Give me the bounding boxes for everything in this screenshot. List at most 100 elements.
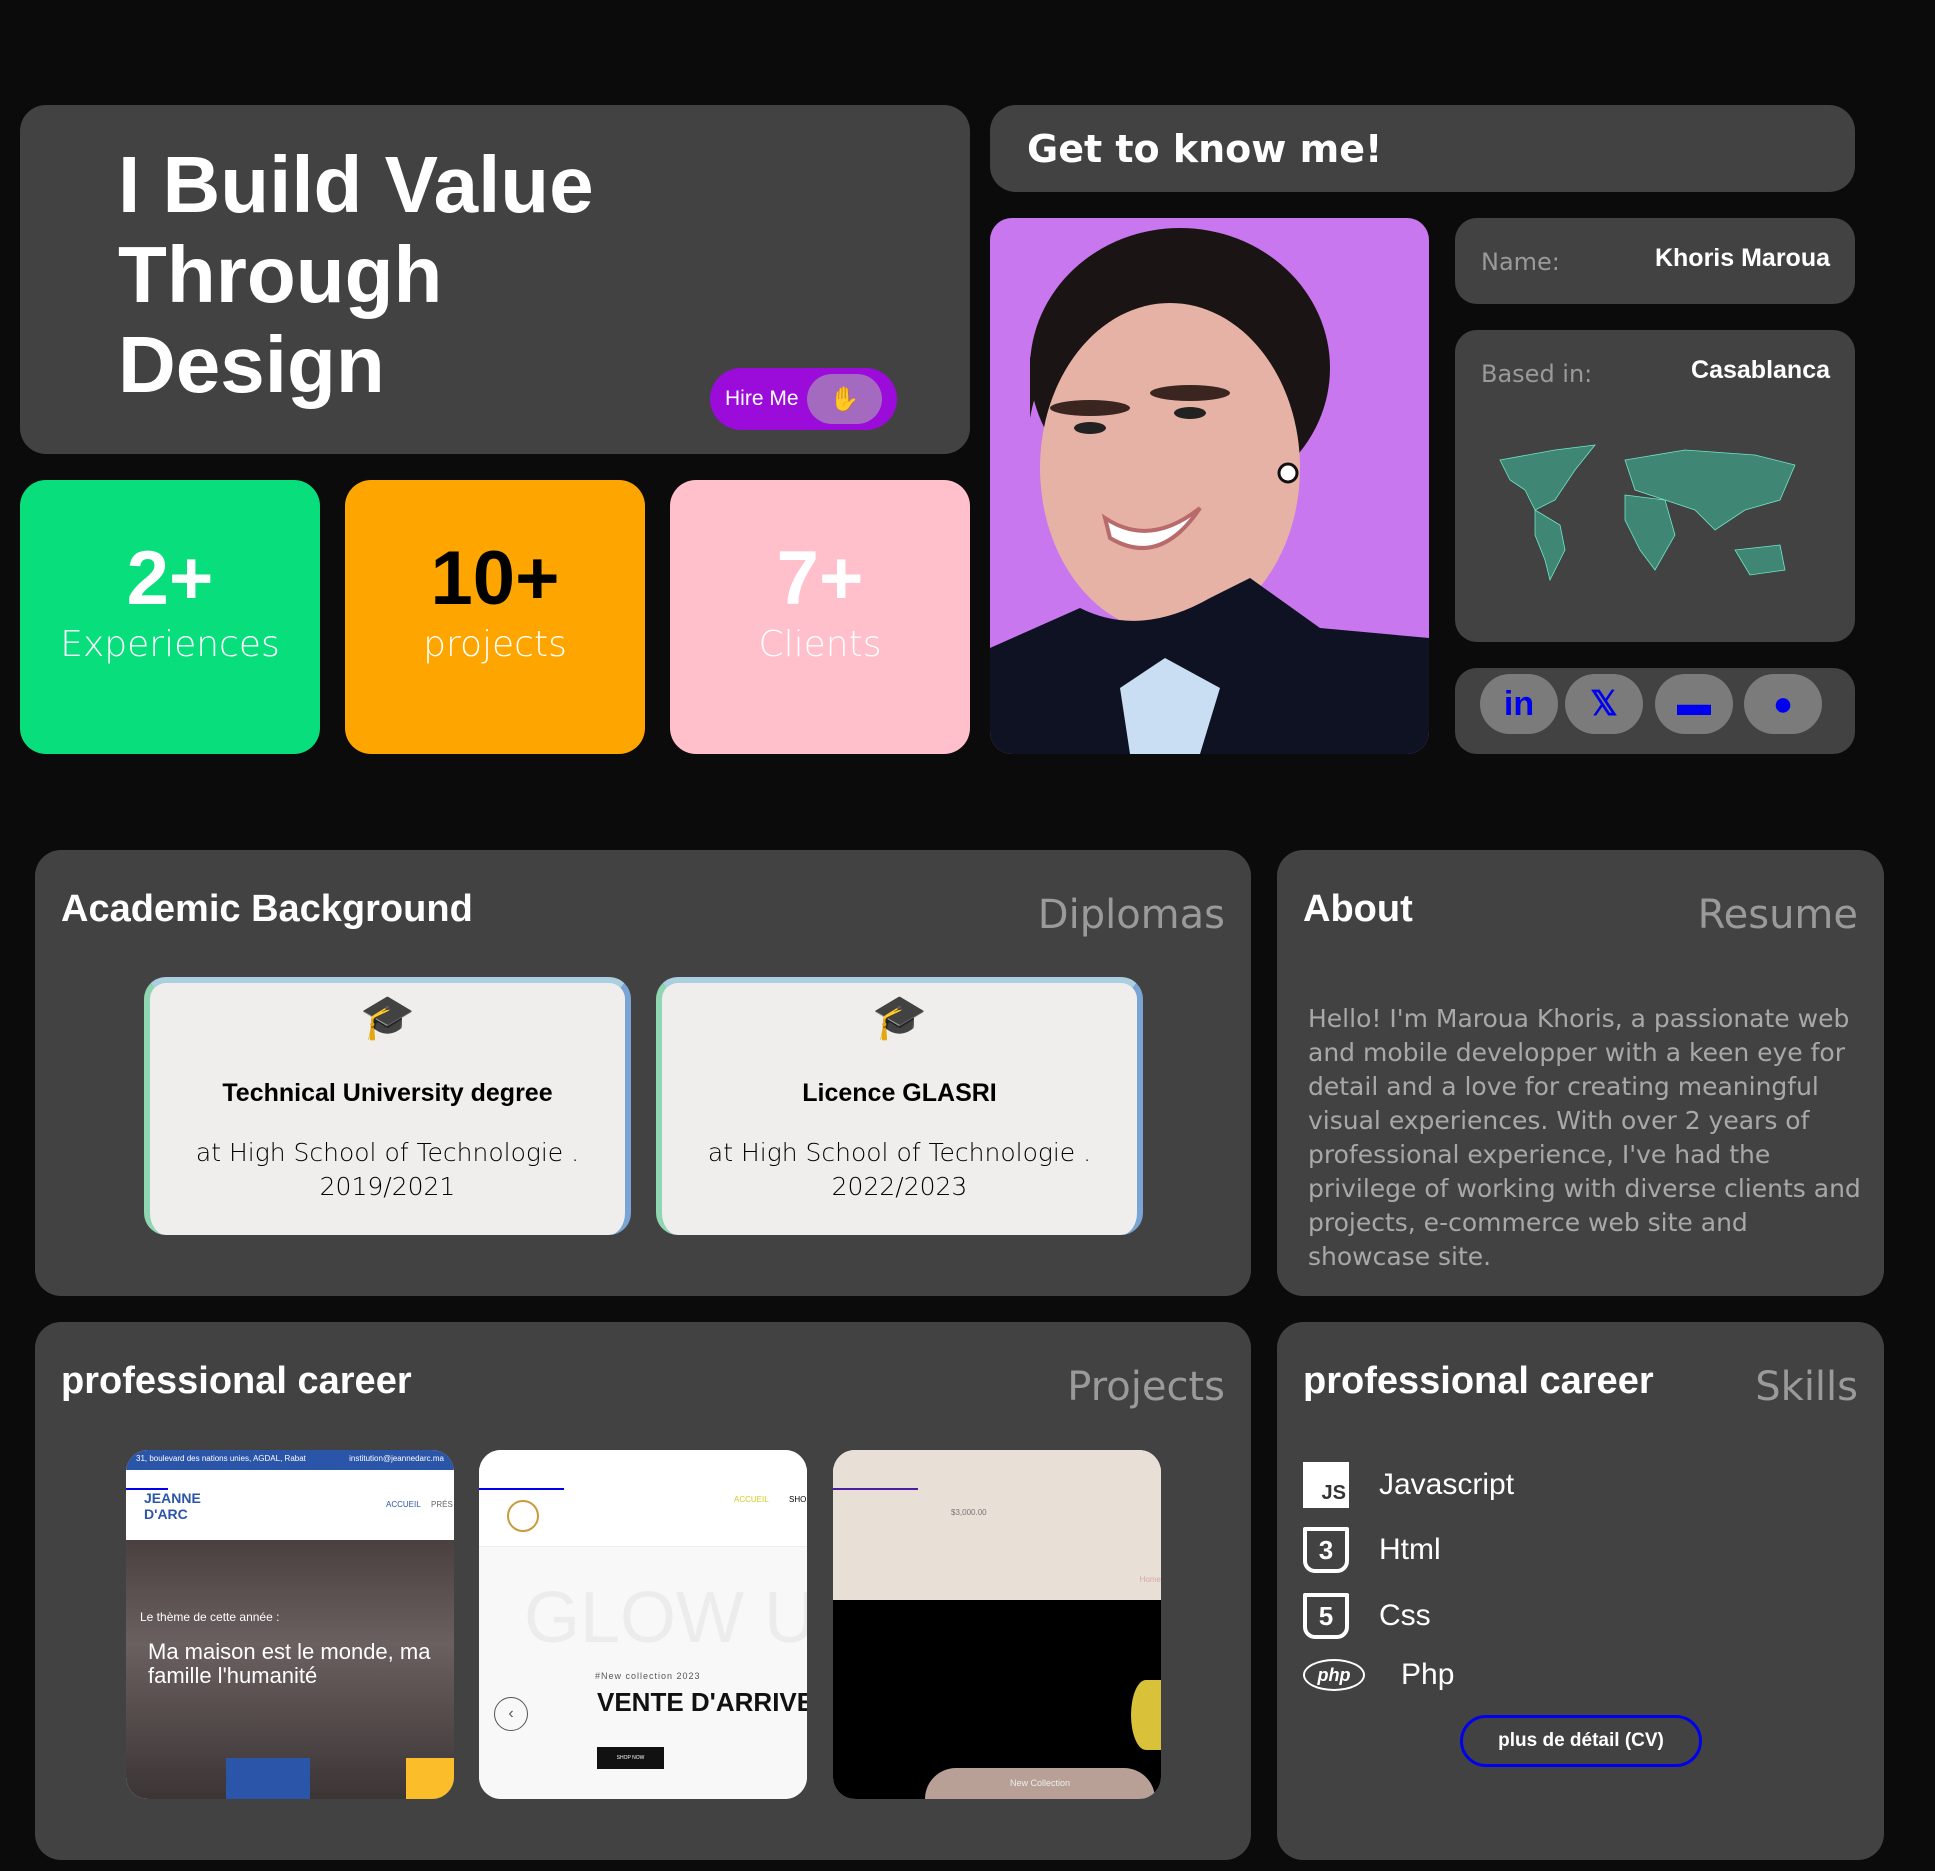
name-value: Khoris Maroua: [1654, 244, 1830, 272]
about-section: About Resume Hello! I'm Maroua Khoris, a…: [1277, 850, 1884, 1296]
stat-label: projects: [423, 624, 567, 665]
hero-banner: GLOW U #New collection 2023 VENTE D'ARRI…: [479, 1547, 807, 1799]
hire-me-button[interactable]: Hire Me ✋: [710, 368, 897, 430]
skills-tag: Skills: [1755, 1364, 1858, 1410]
career-title: professional career: [61, 1360, 412, 1402]
waving-hand-icon: ✋: [807, 374, 882, 424]
stat-value: 2+: [126, 536, 214, 621]
skills-title: professional career: [1303, 1360, 1654, 1402]
skill-name: Html: [1379, 1533, 1441, 1566]
academic-title: Academic Background: [61, 888, 473, 930]
building-icon: [226, 1758, 310, 1799]
email: institution@jeannedarc.ma: [349, 1454, 444, 1463]
about-text: Hello! I'm Maroua Khoris, a passionate w…: [1308, 1004, 1861, 1271]
hero-title-line: Design: [118, 320, 385, 409]
shop-now-button[interactable]: SHOP NOW: [597, 1747, 664, 1769]
stat-experiences: 2+ Experiences: [20, 480, 320, 754]
diploma-degree: Technical University degree: [222, 1079, 553, 1107]
hero-title-line: Through: [118, 230, 443, 319]
html5-icon: 3: [1303, 1527, 1349, 1573]
cart-price: $3,000.00: [951, 1508, 987, 1517]
diploma-school: at High School of Technologie .: [707, 1138, 1092, 1167]
project-thumbnail-glow[interactable]: ACCUEIL SHO GLOW U #New collection 2023 …: [479, 1450, 807, 1799]
skill-name: Php: [1401, 1658, 1455, 1691]
stat-value: 10+: [430, 536, 560, 621]
diploma-years: 2022/2023: [831, 1172, 968, 1201]
kicker: #New collection 2023: [595, 1671, 701, 1681]
nav-accueil: ACCUEIL: [386, 1500, 421, 1509]
cv-button-label: plus de détail (CV): [1498, 1730, 1664, 1751]
hero-photo: Le thème de cette année : Ma maison est …: [126, 1540, 454, 1799]
css3-icon: 5: [1303, 1593, 1349, 1639]
academic-section: Academic Background Diplomas 🎓 Technical…: [35, 850, 1251, 1296]
stat-value: 7+: [776, 536, 864, 621]
headline: VENTE D'ARRIVE: [597, 1687, 807, 1717]
hero-banner: New Collection: [833, 1600, 1161, 1799]
hero-title-line: I Build Value: [118, 140, 594, 229]
prev-arrow-icon[interactable]: ‹: [494, 1697, 528, 1731]
github-icon[interactable]: ●: [1744, 674, 1822, 734]
profile-photo: [990, 218, 1429, 754]
skill-item: php Php: [1303, 1658, 1454, 1692]
stat-label: Experiences: [60, 624, 280, 665]
diploma-degree: Licence GLASRI: [802, 1079, 997, 1107]
skill-name: Css: [1379, 1599, 1431, 1632]
hero-title: I Build Value Through Design: [118, 140, 594, 410]
inbox-icon[interactable]: ▬: [1655, 674, 1733, 734]
about-title: About: [1303, 888, 1413, 930]
new-collection-badge: New Collection: [925, 1768, 1155, 1799]
hire-me-label: Hire Me: [725, 387, 799, 410]
projects-section: professional career Projects 31, bouleva…: [35, 1322, 1251, 1860]
resume-tag: Resume: [1697, 892, 1858, 938]
based-in-value: Casablanca: [1691, 356, 1830, 384]
site-header: JEANNE D'ARC ACCUEIL PRÉS: [126, 1470, 454, 1540]
stat-clients: 7+ Clients: [670, 480, 970, 754]
x-twitter-icon[interactable]: 𝕏: [1565, 674, 1643, 734]
nav-accueil: ACCUEIL: [734, 1495, 769, 1504]
graduation-cap-icon: 🎓: [872, 993, 927, 1042]
inbox-glyph: ▬: [1677, 684, 1711, 723]
linkedin-glyph: in: [1503, 684, 1535, 723]
headline: Ma maison est le monde, ma famille l'hum…: [148, 1639, 431, 1688]
name-label: Name:: [1481, 248, 1560, 276]
world-map-icon: [1499, 444, 1796, 582]
stat-label: Clients: [758, 624, 882, 665]
nav-pres: PRÉS: [431, 1500, 453, 1509]
name-card: Name: Khoris Maroua: [1455, 218, 1855, 304]
bg-word: GLOW U: [524, 1578, 807, 1658]
skill-name: Javascript: [1379, 1468, 1515, 1501]
skill-item: JS Javascript: [1303, 1462, 1514, 1508]
intro-banner: Get to know me!: [990, 105, 1855, 192]
site-logo: JEANNE D'ARC: [144, 1490, 201, 1522]
diploma-card: 🎓 Technical University degree at High Sc…: [144, 977, 631, 1235]
cv-details-button[interactable]: plus de détail (CV): [1460, 1715, 1702, 1767]
diploma-card: 🎓 Licence GLASRI at High School of Techn…: [656, 977, 1143, 1235]
location-card: Based in: Casablanca: [1455, 330, 1855, 642]
topbar: 31, boulevard des nations unies, AGDAL, …: [126, 1450, 454, 1470]
js-icon: JS: [1303, 1462, 1349, 1508]
graduation-cap-icon: 🎓: [360, 993, 415, 1042]
nav-home: Home: [1139, 1575, 1161, 1584]
x-glyph: 𝕏: [1590, 685, 1618, 723]
based-in-label: Based in:: [1481, 360, 1593, 388]
theme-text: Le thème de cette année :: [140, 1610, 280, 1624]
nav-shop: SHO: [789, 1495, 807, 1504]
site-header: $3,000.00 Home: [833, 1450, 1161, 1600]
stat-projects: 10+ projects: [345, 480, 645, 754]
project-thumbnail-jeanne-darc[interactable]: 31, boulevard des nations unies, AGDAL, …: [126, 1450, 454, 1799]
skill-item: 5 Css: [1303, 1593, 1431, 1639]
site-logo: [507, 1500, 539, 1532]
hero-card: I Build Value Through Design Hire Me ✋: [20, 105, 970, 454]
social-links: in 𝕏 ▬ ●: [1455, 668, 1855, 754]
skill-item: 3 Html: [1303, 1527, 1441, 1573]
project-thumbnail-collection[interactable]: $3,000.00 Home New Collection: [833, 1450, 1161, 1799]
github-glyph: ●: [1772, 684, 1794, 723]
intro-title: Get to know me!: [1027, 127, 1383, 171]
diploma-school: at High School of Technologie .: [195, 1138, 580, 1167]
linkedin-icon[interactable]: in: [1480, 674, 1558, 734]
diploma-years: 2019/2021: [319, 1172, 456, 1201]
php-icon: php: [1303, 1659, 1365, 1691]
projects-tag: Projects: [1067, 1364, 1225, 1410]
address: 31, boulevard des nations unies, AGDAL, …: [136, 1454, 306, 1463]
skills-section: professional career Skills JS Javascript…: [1277, 1322, 1884, 1860]
